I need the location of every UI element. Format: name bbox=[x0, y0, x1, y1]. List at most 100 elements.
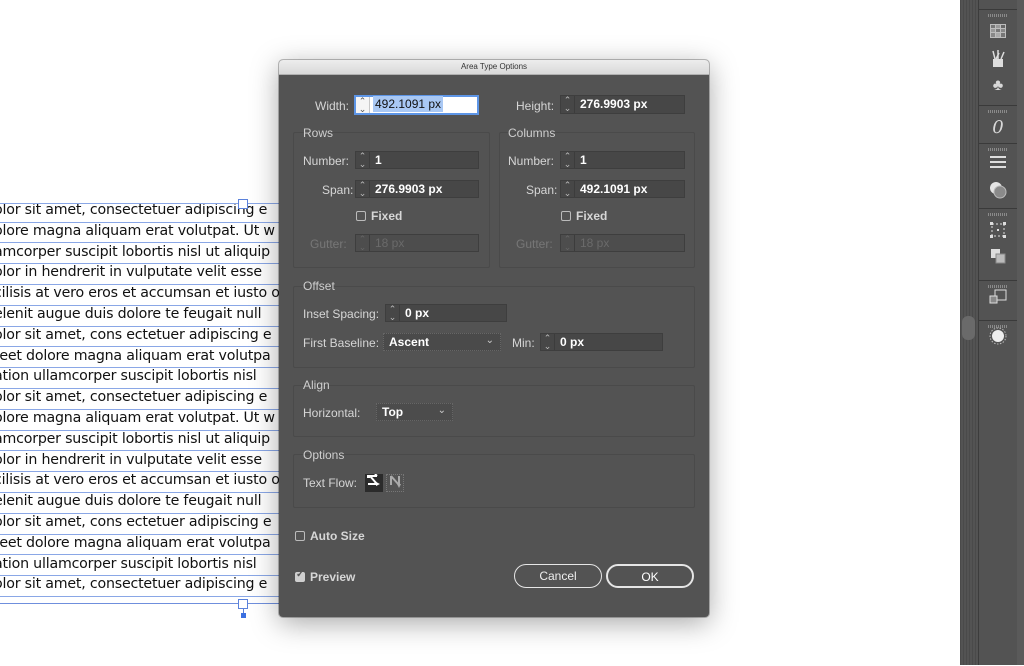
horizontal-align-select[interactable]: Top ⌄ bbox=[376, 403, 453, 421]
ok-button[interactable]: OK bbox=[606, 564, 694, 588]
text-flow-by-columns-icon[interactable] bbox=[386, 474, 404, 492]
text-line: cilisis at vero eros et accumsan et iust… bbox=[0, 471, 284, 494]
columns-fixed-checkbox[interactable] bbox=[561, 211, 571, 221]
rows-number-stepper[interactable]: ⌃ ⌄ bbox=[356, 152, 370, 169]
inset-spacing-label: Inset Spacing: bbox=[303, 307, 380, 321]
paragraph-icon[interactable] bbox=[987, 154, 1009, 174]
text-line: olor in hendrerit in vulputate velit ess… bbox=[0, 263, 284, 286]
out-port-handle[interactable] bbox=[238, 599, 248, 609]
rows-span-value: 276.9903 px bbox=[375, 182, 443, 196]
dialog-titlebar[interactable]: Area Type Options bbox=[279, 60, 709, 75]
height-stepper[interactable]: ⌃ ⌄ bbox=[561, 96, 575, 113]
panel-grip[interactable] bbox=[988, 110, 1008, 113]
columns-span-stepper[interactable]: ⌃ ⌄ bbox=[561, 181, 575, 198]
options-title: Options bbox=[303, 448, 345, 462]
first-baseline-label: First Baseline: bbox=[303, 336, 380, 350]
text-flow-by-rows-icon[interactable] bbox=[365, 473, 383, 492]
rows-number-value: 1 bbox=[375, 153, 382, 167]
inset-spacing-stepper[interactable]: ⌃ ⌄ bbox=[386, 305, 400, 322]
width-stepper[interactable]: ⌃ ⌄ bbox=[356, 97, 370, 114]
columns-gutter-label: Gutter: bbox=[516, 237, 553, 251]
dock-group-5 bbox=[979, 280, 1017, 321]
columns-gutter-field: ⌃ ⌄ 18 px bbox=[560, 234, 685, 252]
rows-number-field[interactable]: ⌃ ⌄ 1 bbox=[355, 151, 479, 169]
columns-fixed-label: Fixed bbox=[576, 209, 608, 223]
offset-title: Offset bbox=[303, 279, 335, 293]
swatches-icon[interactable] bbox=[987, 24, 1009, 44]
dock-group-3 bbox=[979, 143, 1017, 204]
columns-span-label: Span: bbox=[526, 183, 558, 197]
horizontal-label: Horizontal: bbox=[303, 406, 361, 420]
inset-spacing-field[interactable]: ⌃ ⌄ 0 px bbox=[385, 304, 507, 322]
panel-grip[interactable] bbox=[988, 285, 1008, 288]
chevron-down-icon: ⌄ bbox=[437, 405, 446, 416]
rows-gutter-value: 18 px bbox=[375, 236, 405, 250]
transform-icon[interactable] bbox=[987, 222, 1009, 242]
text-line: olor sit amet, consectetuer adipiscing e bbox=[0, 575, 284, 598]
dock-right-edge bbox=[1017, 0, 1024, 665]
panel-dock: ♣ 0 bbox=[978, 0, 1018, 665]
appearance-icon[interactable] bbox=[987, 327, 1009, 347]
min-stepper[interactable]: ⌃ ⌄ bbox=[541, 334, 555, 351]
columns-span-value: 492.1091 px bbox=[580, 182, 648, 196]
text-line: amcorper suscipit lobortis nisl ut aliqu… bbox=[0, 243, 284, 265]
rows-span-field[interactable]: ⌃ ⌄ 276.9903 px bbox=[355, 180, 479, 198]
width-label: Width: bbox=[315, 99, 350, 113]
height-value: 276.9903 px bbox=[580, 97, 648, 111]
text-line: reet dolore magna aliquam erat volutpa bbox=[0, 534, 284, 556]
min-field[interactable]: ⌃ ⌄ 0 px bbox=[540, 333, 663, 351]
text-flow-label: Text Flow: bbox=[303, 476, 358, 490]
offset-group bbox=[293, 286, 695, 368]
height-field[interactable]: ⌃ ⌄ 276.9903 px bbox=[560, 95, 685, 114]
glyphs-icon[interactable]: 0 bbox=[987, 118, 1009, 138]
align-title: Align bbox=[303, 378, 330, 392]
area-type-options-dialog: Area Type Options Width: ⌃ ⌄ 492.1091 px … bbox=[279, 60, 709, 617]
panel-grip[interactable] bbox=[988, 148, 1008, 151]
bottom-center-anchor[interactable] bbox=[241, 613, 246, 618]
panel-grip[interactable] bbox=[988, 14, 1008, 17]
text-line: olor sit amet, consectetuer adipiscing e bbox=[0, 388, 284, 410]
width-field[interactable]: ⌃ ⌄ 492.1091 px bbox=[354, 95, 479, 115]
rows-title: Rows bbox=[303, 126, 334, 140]
cancel-button[interactable]: Cancel bbox=[514, 564, 602, 588]
dock-group-6 bbox=[979, 320, 1017, 666]
pathfinder-icon[interactable] bbox=[987, 248, 1009, 268]
text-line: elenit augue duis dolore te feugait null bbox=[0, 492, 284, 514]
text-line: cilisis at vero eros et accumsan et iust… bbox=[0, 284, 284, 306]
columns-number-stepper[interactable]: ⌃ ⌄ bbox=[561, 152, 575, 169]
transparency-icon[interactable] bbox=[987, 181, 1009, 201]
auto-size-checkbox[interactable] bbox=[295, 531, 305, 541]
dock-group-1: ♣ bbox=[979, 9, 1017, 106]
artboards-icon[interactable] bbox=[987, 289, 1009, 309]
text-line: elenit augue duis dolore te feugait null bbox=[0, 305, 284, 327]
first-baseline-value: Ascent bbox=[389, 335, 430, 349]
chevron-down-icon: ⌄ bbox=[485, 335, 494, 346]
area-text-frame[interactable]: olor sit amet, consectetuer adipiscing e… bbox=[0, 201, 284, 603]
brushes-icon[interactable] bbox=[987, 50, 1009, 70]
in-port-handle[interactable] bbox=[238, 199, 248, 209]
rows-gutter-stepper: ⌃ ⌄ bbox=[356, 235, 370, 252]
dock-group-2: 0 bbox=[979, 105, 1017, 144]
columns-number-field[interactable]: ⌃ ⌄ 1 bbox=[560, 151, 685, 169]
preview-checkbox[interactable] bbox=[295, 569, 305, 582]
columns-gutter-value: 18 px bbox=[580, 236, 610, 250]
columns-span-field[interactable]: ⌃ ⌄ 492.1091 px bbox=[560, 180, 685, 198]
first-baseline-select[interactable]: Ascent ⌄ bbox=[383, 333, 501, 351]
dock-group-4 bbox=[979, 208, 1017, 277]
rows-span-stepper[interactable]: ⌃ ⌄ bbox=[356, 181, 370, 198]
text-line: amcorper suscipit lobortis nisl ut aliqu… bbox=[0, 430, 284, 452]
symbols-icon[interactable]: ♣ bbox=[987, 76, 1009, 96]
text-line: olor sit amet, cons ectetuer adipiscing … bbox=[0, 513, 284, 535]
dock-scrollbar-thumb[interactable] bbox=[962, 316, 975, 340]
rows-fixed-checkbox[interactable] bbox=[356, 211, 366, 221]
rows-span-label: Span: bbox=[322, 183, 354, 197]
rows-fixed-label: Fixed bbox=[371, 209, 403, 223]
inset-spacing-value: 0 px bbox=[405, 306, 430, 320]
dialog-title: Area Type Options bbox=[460, 62, 528, 71]
columns-gutter-stepper: ⌃ ⌄ bbox=[561, 235, 575, 252]
columns-number-value: 1 bbox=[580, 153, 587, 167]
horizontal-align-value: Top bbox=[382, 405, 404, 419]
columns-number-label: Number: bbox=[508, 154, 555, 168]
text-line: ation ullamcorper suscipit lobortis nisl bbox=[0, 555, 284, 577]
panel-grip[interactable] bbox=[988, 213, 1008, 216]
